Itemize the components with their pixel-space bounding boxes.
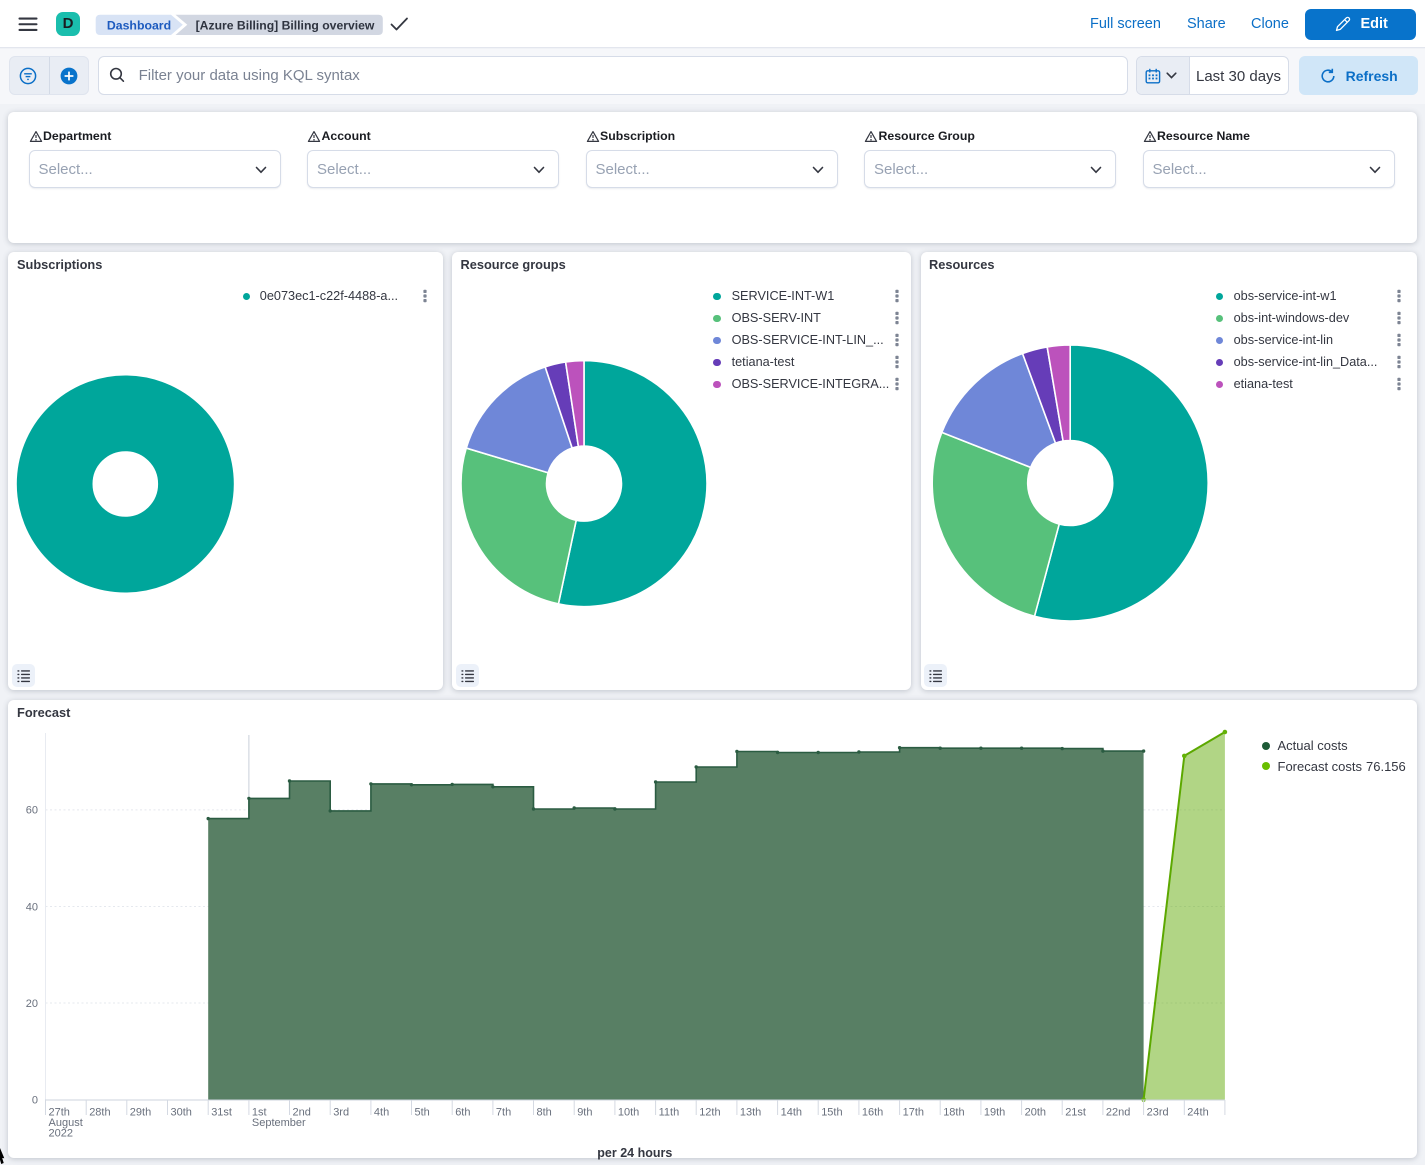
svg-text:31st: 31st	[211, 1107, 232, 1119]
svg-text:7th: 7th	[496, 1107, 511, 1119]
svg-text:14th: 14th	[781, 1107, 802, 1119]
svg-text:Dashboard: Dashboard	[107, 18, 171, 32]
svg-text:24th: 24th	[1187, 1107, 1208, 1119]
svg-text:40: 40	[26, 901, 38, 913]
svg-text:19th: 19th	[984, 1107, 1005, 1119]
svg-text:23rd: 23rd	[1147, 1107, 1169, 1119]
svg-text:0: 0	[32, 1094, 38, 1106]
svg-text:13th: 13th	[740, 1107, 761, 1119]
svg-text:29th: 29th	[130, 1107, 151, 1119]
svg-text:60: 60	[26, 805, 38, 817]
svg-text:3rd: 3rd	[333, 1107, 349, 1119]
svg-text:6th: 6th	[455, 1107, 470, 1119]
svg-text:9th: 9th	[577, 1107, 592, 1119]
svg-text:5th: 5th	[415, 1107, 430, 1119]
svg-text:28th: 28th	[89, 1107, 110, 1119]
svg-text:18th: 18th	[943, 1107, 964, 1119]
svg-text:11th: 11th	[659, 1107, 680, 1119]
svg-text:16th: 16th	[862, 1107, 883, 1119]
svg-text:20: 20	[26, 998, 38, 1010]
svg-text:10th: 10th	[618, 1107, 639, 1119]
svg-text:8th: 8th	[537, 1107, 552, 1119]
svg-text:September: September	[252, 1117, 306, 1129]
svg-text:12th: 12th	[699, 1107, 720, 1119]
svg-text:2022: 2022	[49, 1128, 73, 1140]
svg-text:30th: 30th	[171, 1107, 192, 1119]
svg-text:20th: 20th	[1025, 1107, 1046, 1119]
svg-text:per 24 hours: per 24 hours	[597, 1146, 672, 1160]
svg-text:17th: 17th	[903, 1107, 924, 1119]
svg-text:21st: 21st	[1065, 1107, 1086, 1119]
svg-text:15th: 15th	[821, 1107, 842, 1119]
svg-text:22nd: 22nd	[1106, 1107, 1130, 1119]
svg-text:[Azure Billing] Billing overvi: [Azure Billing] Billing overview	[196, 18, 375, 32]
svg-text:4th: 4th	[374, 1107, 389, 1119]
